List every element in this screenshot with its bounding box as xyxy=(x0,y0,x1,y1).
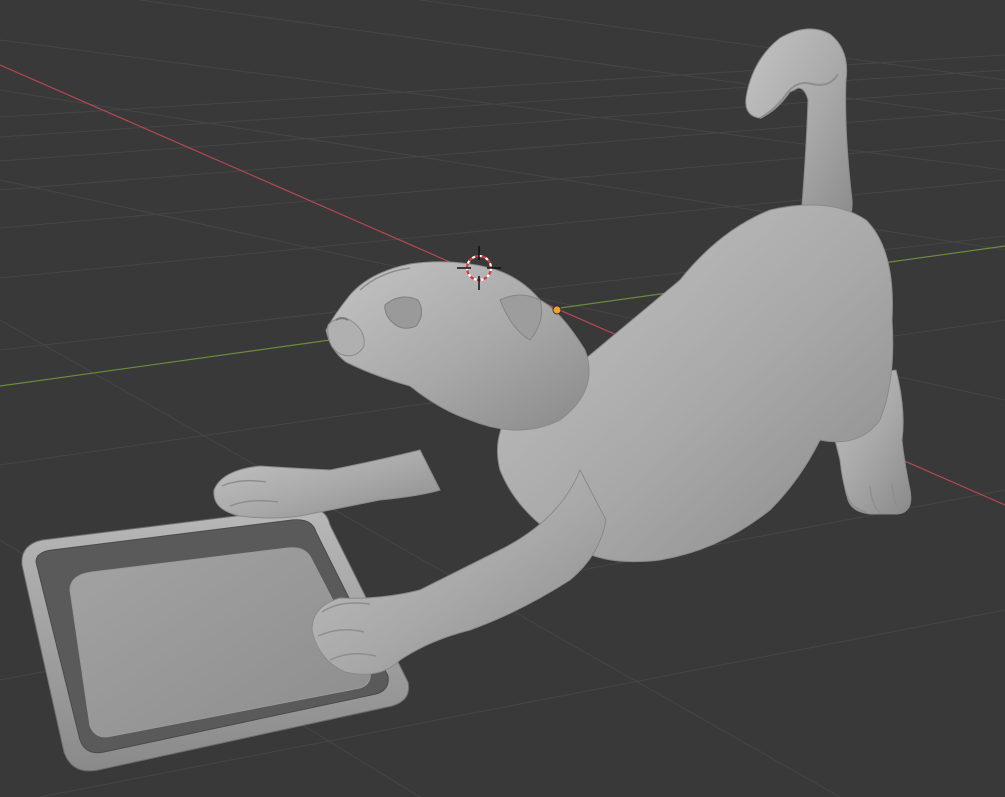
cat-head[interactable] xyxy=(325,261,590,431)
object-origin-icon xyxy=(552,305,562,315)
viewport-canvas[interactable] xyxy=(0,0,1005,797)
3d-viewport[interactable] xyxy=(0,0,1005,797)
